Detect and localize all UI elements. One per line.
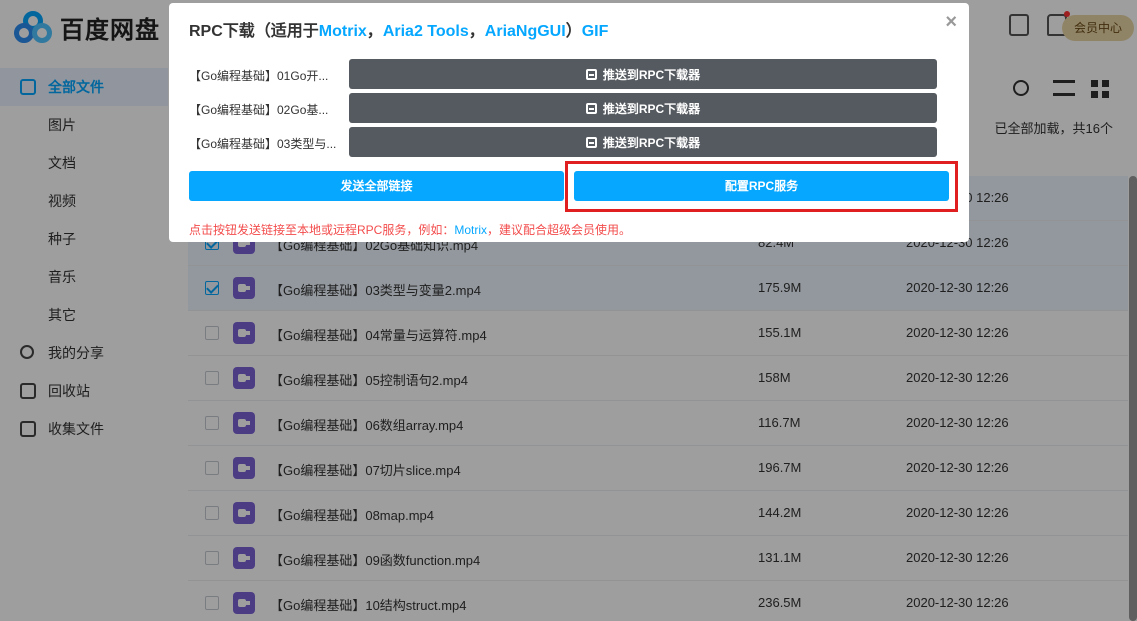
rpc-download-dialog: RPC下载（适用于Motrix，Aria2 Tools，AriaNgGUI）GI… — [169, 3, 969, 242]
dialog-title: RPC下载（适用于Motrix，Aria2 Tools，AriaNgGUI）GI… — [189, 17, 608, 41]
send-all-links-button[interactable]: 发送全部链接 — [189, 171, 564, 201]
note-motrix-link[interactable]: Motrix — [454, 223, 487, 237]
save-icon — [585, 102, 597, 114]
title-separator: ， — [468, 23, 485, 40]
title-separator: ， — [366, 23, 383, 40]
rpc-file-row: 【Go编程基础】01Go开... 推送到RPC下载器 — [189, 59, 937, 89]
motrix-link[interactable]: Motrix — [319, 23, 367, 40]
push-button-label: 推送到RPC下载器 — [602, 67, 701, 82]
push-button-label: 推送到RPC下载器 — [602, 101, 701, 116]
note-text: 点击按钮发送链接至本地或远程RPC服务，例如： — [189, 223, 455, 237]
rpc-file-row: 【Go编程基础】02Go基... 推送到RPC下载器 — [189, 93, 937, 123]
title-text: RPC下载（适用于 — [189, 23, 319, 40]
rpc-file-name: 【Go编程基础】03类型与... — [189, 137, 337, 151]
note-text: ，建议配合超级会员使用。 — [487, 223, 632, 237]
ariang-gui-link[interactable]: AriaNgGUI — [485, 23, 566, 40]
rpc-file-name: 【Go编程基础】02Go基... — [189, 103, 329, 117]
dialog-note: 点击按钮发送链接至本地或远程RPC服务，例如：Motrix，建议配合超级会员使用… — [189, 221, 631, 238]
close-icon[interactable]: × — [945, 11, 957, 34]
rpc-file-name: 【Go编程基础】01Go开... — [189, 69, 329, 83]
push-to-rpc-button[interactable]: 推送到RPC下载器 — [349, 127, 937, 157]
push-to-rpc-button[interactable]: 推送到RPC下载器 — [349, 59, 937, 89]
save-icon — [585, 136, 597, 148]
push-to-rpc-button[interactable]: 推送到RPC下载器 — [349, 93, 937, 123]
title-text: ） — [565, 23, 582, 40]
gif-link[interactable]: GIF — [582, 23, 609, 40]
save-icon — [585, 68, 597, 80]
push-button-label: 推送到RPC下载器 — [602, 135, 701, 150]
highlight-annotation-box — [565, 161, 958, 212]
aria2-tools-link[interactable]: Aria2 Tools — [383, 23, 469, 40]
rpc-file-row: 【Go编程基础】03类型与... 推送到RPC下载器 — [189, 127, 937, 157]
